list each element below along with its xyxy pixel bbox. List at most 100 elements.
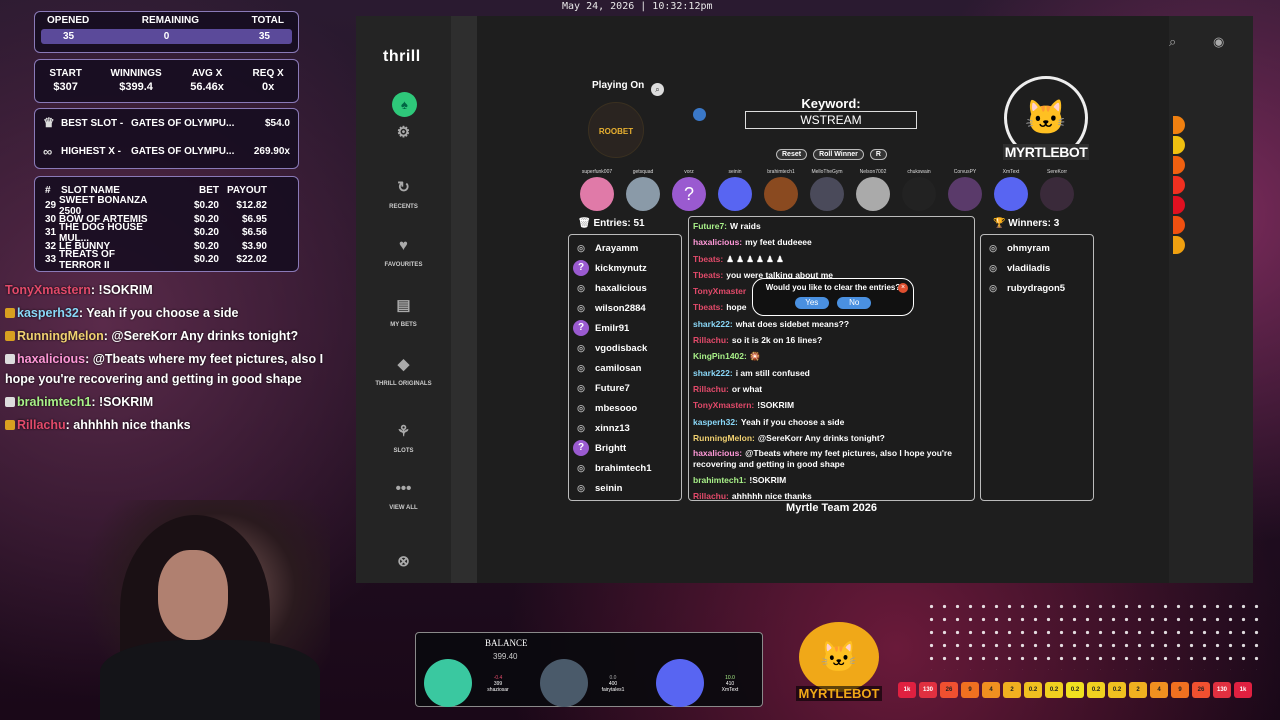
highest-game: GATES OF OLYMPU... [131,145,235,157]
roll-winner-button[interactable]: Roll Winner [813,149,864,160]
avatar: T [1080,169,1086,211]
slot-thumb [424,659,472,707]
winnings-value: $399.4 [119,81,153,93]
table-row: 29 SWEET BONANZA 2500 $0.20 $12.82 [45,194,267,217]
chat-message: shark222: i am still confused [693,367,810,378]
gear-icon[interactable]: ⚙ [356,123,451,149]
avg-label: AVG X [191,68,223,79]
winners-header: 🏆 Winners: 3 [993,218,1060,229]
list-item: ? Brightt [573,438,681,458]
spade-icon[interactable]: ♠ [392,92,417,117]
dialog-text: Would you like to clear the entries? [765,283,901,292]
close-icon[interactable]: ⊗ [356,552,451,578]
slot-stat: 10.0 410 XmText [721,675,739,693]
avatar: seinin [712,169,758,211]
slot-table: # SLOT NAME BET PAYOUT 29 SWEET BONANZA 2… [34,176,299,272]
chat-message: Future7: W raids [693,221,761,231]
chat-message: Rillachu: ahhhhh nice thanks [0,415,355,435]
list-item: ◎ camilosan [577,362,642,374]
balance-value: 399.40 [493,652,518,661]
col-payout: PAYOUT [226,185,267,196]
globe-icon [693,108,706,121]
recents-icon: ↻ [397,179,410,196]
glasses-icon: ∞ [43,143,53,159]
datetime-label: May 24, 2026 | 10:32:12pm [562,1,713,12]
sidebar-item-favourites[interactable]: ♥ FAVOURITES [356,237,451,268]
total-value: 35 [258,31,270,42]
best-label: BEST SLOT - [61,117,124,129]
plinko-board [925,600,1265,670]
list-item: ◎ vgodisback [577,342,648,354]
avatar-icon[interactable]: ◉ [1213,34,1224,50]
slot-stat: -0.4 399 shaziosar [487,675,509,693]
highest-label: HIGHEST X - [61,145,122,157]
avatar: CorvusPY [942,169,988,211]
list-item: ◎ vladiladis [989,262,1051,274]
playing-on-label: Playing On [592,80,645,91]
chat-message: brahimtech1: !SOKRIM [693,475,787,486]
close-icon[interactable]: × [898,283,908,293]
chat-message: haxalicious: @Tbeats where my feet pictur… [693,448,952,470]
casino-window: thrill ♠ ⚙ ↻ RECENTS ♥ FAVOURITES ▤ MY BETS… [356,16,1253,583]
chat-message: haxalicious: my feet dudeeee [693,237,812,248]
reset-button[interactable]: Reset [776,149,808,160]
casino-logo: ROOBET [588,102,644,158]
list-item: ? kickmynutz [573,258,681,278]
cat-icon: 🐱 [799,622,879,692]
chat-message: Tbeats: ♟ ♟ ♟ ♟ ♟ ♟ [693,253,784,264]
r-button[interactable]: R [869,149,887,160]
list-item: ◎ xinnz13 [577,422,630,434]
diamond-icon: ◆ [397,356,410,373]
search-icon[interactable]: ⌕ [1169,34,1176,50]
avatar: getsquad [620,169,666,211]
winnings-box: START $307 WINNINGS $399.4 AVG X 56.46x REQ… [34,59,299,103]
list-item: ◎ Arayamm [577,242,639,254]
entries-list: ◎ Arayamm ? kickmynutz ◎ haxalicious ◎ wilso… [568,234,682,501]
myrtlebot-logo: 🐱 MYRTLEBOT [796,622,882,701]
chat-message: Rillachu: ahhhhh nice thanks [693,491,812,501]
list-item: ◎ haxalicious [577,282,647,294]
sidebar-item-recents[interactable]: ↻ RECENTS [356,178,451,210]
sidebar: thrill ♠ ⚙ ↻ RECENTS ♥ FAVOURITES ▤ MY BETS… [356,16,451,583]
yes-button[interactable]: Yes [794,297,829,309]
slot-stat: 0.0 400 fairytales1 [601,675,625,693]
balance-panel: BALANCE 399.40 -0.4 399 shaziosar 0.0 400 fa… [415,632,763,707]
sidebar-item-my-bets[interactable]: ▤ MY BETS [356,296,451,328]
avatar-strip: superfunk007 getsquad vorz? seinin brahi… [574,169,1086,211]
sidebar-item-thrill-originals[interactable]: ◆ THRILL ORIGINALS [356,355,451,387]
chat-message: Rillachu: or what [693,383,763,394]
clear-entries-dialog: Would you like to clear the entries? × Y… [752,278,914,316]
discord-icon [656,659,704,707]
chat-message: RunningMelon: @SereKorr Any drinks tonigh… [693,432,885,443]
winners-list: ◎ ohmyram ◎ vladiladis ◎ rubydragon5 [980,234,1094,501]
best-value: $54.0 [264,117,290,129]
side-indicators [1173,116,1189,256]
keyword-field[interactable]: WSTREAM [745,111,917,129]
req-value: 0x [261,81,275,93]
opened-value: 35 [63,31,75,42]
avatar: chukswain [896,169,942,211]
search-icon[interactable]: ⌕ [651,83,664,96]
highest-value: 269.90x [253,145,290,157]
entries-header: 🗑 Entries: 51 [578,218,645,229]
best-game: GATES OF OLYMPU... [131,117,235,129]
remaining-value: 0 [163,31,170,42]
start-value: $307 [53,81,78,93]
avg-value: 56.46x [190,81,224,93]
trash-icon[interactable]: 🗑 [578,218,593,229]
sidebar-item-view-all[interactable]: ••• VIEW ALL [356,480,451,511]
list-item: ◎ Future7 [577,382,630,394]
balance-label: BALANCE [485,638,528,648]
stream-chat: TonyXmastern: !SOKRIM kasperh32: Yeah if… [0,280,355,438]
list-item: ◎ seinin [577,482,623,494]
winnings-label: WINNINGS [110,68,162,79]
slot-thumb [540,659,588,707]
chat-message: haxalicious: @Tbeats where my feet pictu… [5,352,324,386]
giveaway-chat: Future7: W raids haxalicious: my feet dude… [688,216,975,501]
right-panel [1169,16,1253,583]
sidebar-item-slots[interactable]: ⚘ SLOTS [356,422,451,454]
best-box: ♛ BEST SLOT - GATES OF OLYMPU... $54.0 ∞ HIG… [34,108,299,169]
slots-icon: ⚘ [396,423,411,440]
no-button[interactable]: No [837,297,872,309]
list-item: ? Emilr91 [573,318,681,338]
